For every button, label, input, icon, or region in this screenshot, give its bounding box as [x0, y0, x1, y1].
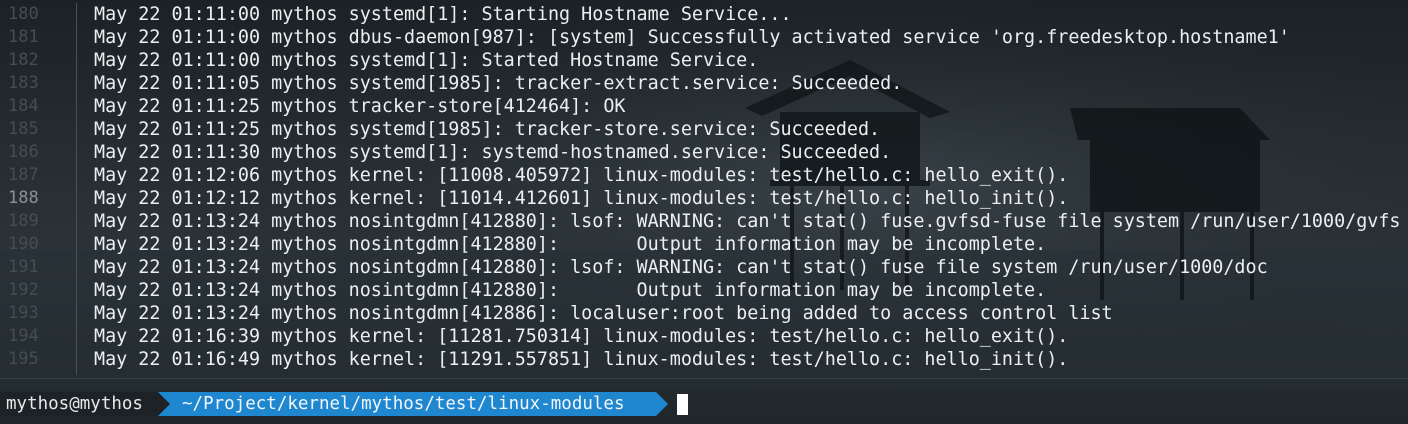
log-line[interactable]: May 22 01:11:30 mythos systemd[1]: syste…	[94, 141, 1404, 164]
line-number: 195	[8, 349, 39, 369]
line-number: 187	[8, 165, 39, 185]
line-number: 185	[8, 119, 39, 139]
log-line[interactable]: May 22 01:12:12 mythos kernel: [11014.41…	[94, 187, 1404, 210]
log-line[interactable]: May 22 01:13:24 mythos nosintgdmn[412880…	[94, 256, 1404, 279]
text-cursor[interactable]	[677, 394, 688, 415]
log-line[interactable]: May 22 01:11:05 mythos systemd[1985]: tr…	[94, 72, 1404, 95]
log-line[interactable]: May 22 01:16:49 mythos kernel: [11291.55…	[94, 348, 1404, 371]
line-number: 189	[8, 211, 39, 231]
powerline-separator-icon	[656, 392, 668, 416]
line-number: 183	[8, 73, 39, 93]
log-line[interactable]: May 22 01:11:00 mythos systemd[1]: Start…	[94, 49, 1404, 72]
log-line[interactable]: May 22 01:11:25 mythos systemd[1985]: tr…	[94, 118, 1404, 141]
log-line[interactable]: May 22 01:11:25 mythos tracker-store[412…	[94, 95, 1404, 118]
line-number: 180	[8, 4, 39, 24]
log-line[interactable]: May 22 01:16:39 mythos kernel: [11281.75…	[94, 325, 1404, 348]
line-number-current: 188	[8, 188, 39, 208]
prompt-current-directory: ~/Project/kernel/mythos/test/linux-modul…	[158, 392, 656, 416]
log-output-pane[interactable]: 180 181 182 183 184 185 186 187 188 189 …	[0, 0, 1408, 379]
terminal-window[interactable]: 180 181 182 183 184 185 186 187 188 189 …	[0, 0, 1408, 424]
prompt-user-host: mythos@mythos	[0, 392, 164, 416]
line-number-gutter: 180 181 182 183 184 185 186 187 188 189 …	[0, 3, 77, 375]
log-line[interactable]: May 22 01:13:24 mythos nosintgdmn[412880…	[94, 279, 1404, 302]
line-number: 181	[8, 27, 39, 47]
log-line[interactable]: May 22 01:13:24 mythos nosintgdmn[412880…	[94, 210, 1404, 233]
shell-prompt[interactable]: mythos@mythos ~/Project/kernel/mythos/te…	[0, 392, 1408, 416]
powerline-separator-icon	[158, 392, 170, 416]
line-number: 186	[8, 142, 39, 162]
line-number: 182	[8, 50, 39, 70]
log-line[interactable]: May 22 01:11:00 mythos systemd[1]: Start…	[94, 3, 1404, 26]
line-number: 184	[8, 96, 39, 116]
log-line[interactable]: May 22 01:13:24 mythos nosintgdmn[412880…	[94, 233, 1404, 256]
line-number: 192	[8, 280, 39, 300]
line-number: 193	[8, 303, 39, 323]
log-line[interactable]: May 22 01:11:00 mythos dbus-daemon[987]:…	[94, 26, 1404, 49]
line-number: 191	[8, 257, 39, 277]
line-number: 190	[8, 234, 39, 254]
line-number: 194	[8, 326, 39, 346]
log-lines[interactable]: May 22 01:11:00 mythos systemd[1]: Start…	[94, 3, 1404, 371]
log-line[interactable]: May 22 01:13:24 mythos nosintgdmn[412886…	[94, 302, 1404, 325]
log-line[interactable]: May 22 01:12:06 mythos kernel: [11008.40…	[94, 164, 1404, 187]
